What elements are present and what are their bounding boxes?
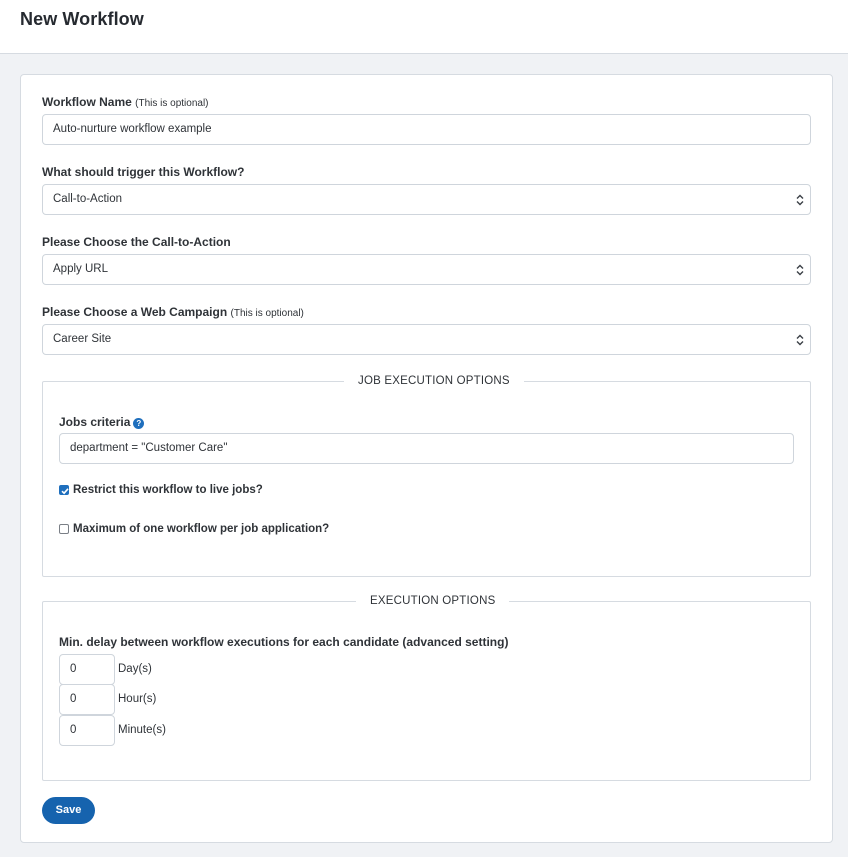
delay-hours-input[interactable]: 0: [59, 684, 115, 715]
web-campaign-optional-note: (This is optional): [230, 308, 304, 319]
job-execution-options-section: JOB EXECUTION OPTIONS Jobs criteria? dep…: [42, 375, 811, 577]
checkmark-icon: [61, 488, 69, 495]
select-updown-icon: [796, 194, 804, 206]
call-to-action-value: Apply URL: [53, 263, 108, 275]
call-to-action-label: Please Choose the Call-to-Action: [42, 235, 231, 249]
call-to-action-select[interactable]: Apply URL: [42, 254, 811, 285]
jobs-criteria-value: department = "Customer Care": [70, 442, 228, 454]
workflow-name-value: Auto-nurture workflow example: [53, 123, 212, 135]
delay-days-unit: Day(s): [118, 663, 152, 675]
question-circle-icon[interactable]: ?: [133, 418, 145, 429]
delay-days-value: 0: [70, 663, 77, 675]
page-title: New Workflow: [20, 9, 144, 29]
restrict-live-jobs-checkbox[interactable]: [59, 485, 69, 495]
trigger-select[interactable]: Call-to-Action: [42, 184, 811, 215]
web-campaign-label: Please Choose a Web Campaign (This is op…: [42, 305, 304, 319]
select-updown-icon: [796, 264, 804, 276]
workflow-name-label: Workflow Name (This is optional): [42, 95, 209, 109]
jobs-criteria-input[interactable]: department = "Customer Care": [59, 433, 794, 464]
min-delay-label: Min. delay between workflow executions f…: [59, 635, 509, 649]
jobs-criteria-label-text: Jobs criteria: [59, 415, 131, 429]
execution-options-legend: EXECUTION OPTIONS: [356, 595, 510, 607]
workflow-name-label-text: Workflow Name: [42, 95, 132, 109]
trigger-label: What should trigger this Workflow?: [42, 165, 245, 179]
jobs-criteria-label: Jobs criteria?: [59, 415, 145, 429]
delay-minutes-unit: Minute(s): [118, 724, 166, 736]
workflow-name-input[interactable]: Auto-nurture workflow example: [42, 114, 811, 145]
execution-options-section: EXECUTION OPTIONS Min. delay between wor…: [42, 595, 811, 781]
web-campaign-value: Career Site: [53, 333, 112, 345]
delay-days-input[interactable]: 0: [59, 654, 115, 685]
workflow-name-optional-note: (This is optional): [135, 98, 209, 109]
max-one-workflow-label[interactable]: Maximum of one workflow per job applicat…: [73, 523, 329, 535]
top-bar: New Workflow: [0, 0, 848, 54]
delay-hours-unit: Hour(s): [118, 693, 157, 705]
restrict-live-jobs-label[interactable]: Restrict this workflow to live jobs?: [73, 484, 263, 496]
save-button[interactable]: Save: [42, 797, 95, 824]
web-campaign-select[interactable]: Career Site: [42, 324, 811, 355]
trigger-value: Call-to-Action: [53, 193, 123, 205]
delay-hours-value: 0: [70, 693, 77, 705]
workflow-form-card: Workflow Name (This is optional) Auto-nu…: [20, 74, 833, 843]
delay-minutes-value: 0: [70, 724, 77, 736]
job-execution-options-legend: JOB EXECUTION OPTIONS: [344, 375, 524, 387]
delay-minutes-input[interactable]: 0: [59, 715, 115, 746]
max-one-workflow-checkbox[interactable]: [59, 524, 69, 534]
web-campaign-label-text: Please Choose a Web Campaign: [42, 305, 228, 319]
select-updown-icon: [796, 334, 804, 346]
